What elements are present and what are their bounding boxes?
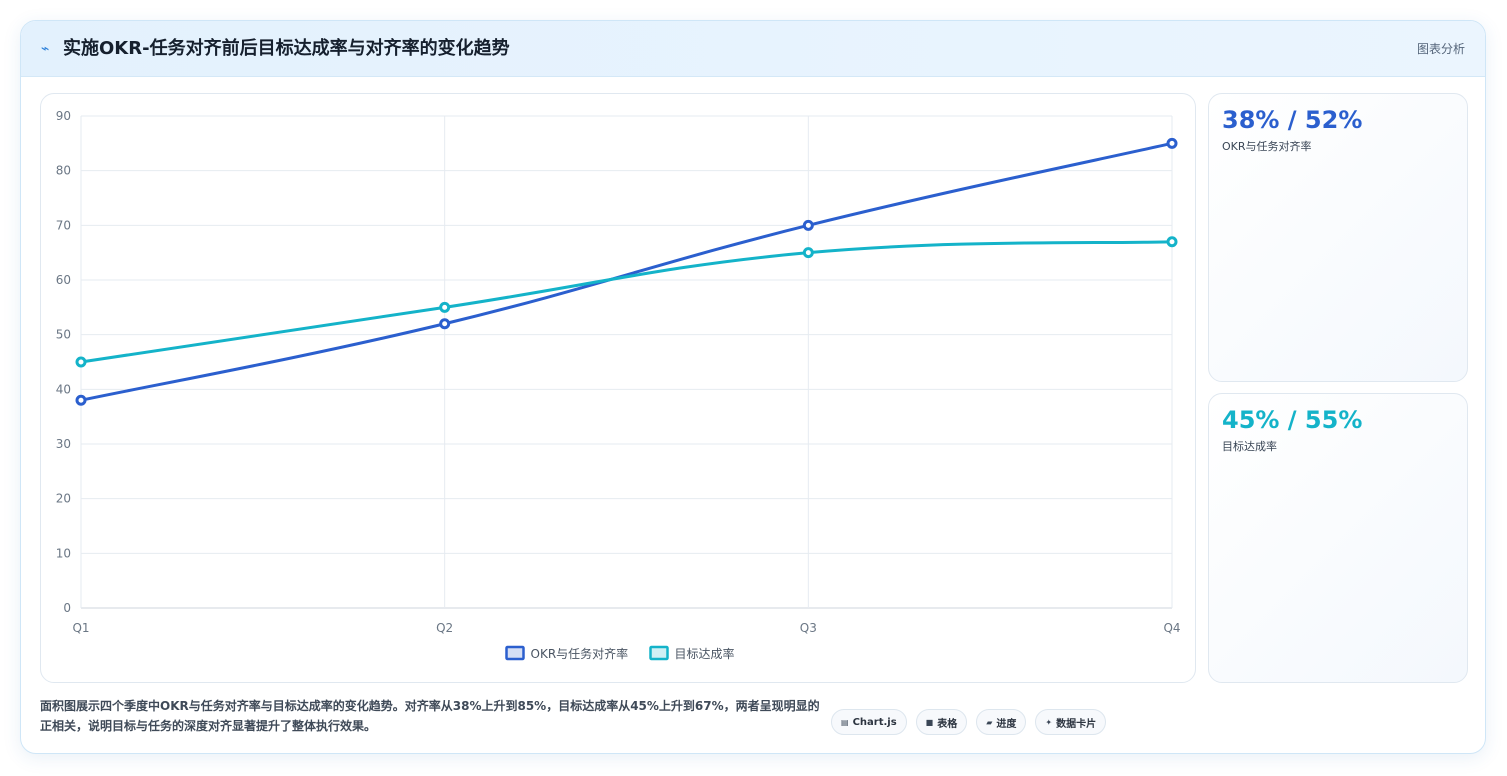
- chart-analysis-label[interactable]: 图表分析: [1417, 39, 1465, 59]
- y-tick-label: 80: [56, 164, 71, 178]
- legend-swatch: [505, 645, 525, 661]
- data-point: [439, 301, 451, 313]
- table-icon: ■: [925, 717, 934, 727]
- data-point: [1166, 236, 1178, 248]
- x-tick-label: Q1: [72, 621, 89, 635]
- data-point: [802, 219, 814, 231]
- card-header: ⌁ 实施OKR-任务对齐前后目标达成率与对齐率的变化趋势 图表分析: [21, 21, 1485, 77]
- data-point: [802, 247, 814, 259]
- stat-card-alignment: 38% / 52% OKR与任务对齐率: [1208, 93, 1468, 382]
- stat-value: 45% / 55%: [1222, 406, 1363, 434]
- sparkle-icon: ✦: [1045, 717, 1053, 727]
- y-tick-label: 20: [56, 492, 71, 506]
- chip-table[interactable]: ■ 表格: [915, 709, 968, 735]
- legend-label: OKR与任务对齐率: [531, 646, 629, 661]
- chip-label: Chart.js: [852, 716, 897, 728]
- stat-card-achievement: 45% / 55% 目标达成率: [1208, 393, 1468, 683]
- legend-swatch: [649, 645, 669, 661]
- series-line: [80, 240, 1173, 364]
- chip-data-card[interactable]: ✦ 数据卡片: [1035, 709, 1107, 735]
- data-point: [75, 394, 87, 406]
- chart-icon: ▤: [841, 717, 849, 727]
- chip-progress[interactable]: ▰ 进度: [976, 709, 1027, 735]
- y-tick-label: 50: [56, 328, 71, 342]
- tech-chips: ▤ Chart.js ■ 表格 ▰ 进度 ✦ 数据卡片: [831, 709, 1107, 735]
- chip-label: 数据卡片: [1056, 718, 1097, 730]
- y-tick-label: 10: [56, 546, 71, 560]
- page-title: 实施OKR-任务对齐前后目标达成率与对齐率的变化趋势: [63, 38, 510, 59]
- series-line: [80, 141, 1173, 402]
- x-tick-label: Q3: [800, 621, 817, 635]
- stat-label: 目标达成率: [1222, 440, 1277, 453]
- data-point: [75, 356, 87, 368]
- y-tick-label: 0: [63, 601, 71, 615]
- trend-icon: ⌁: [41, 41, 50, 57]
- y-tick-label: 90: [56, 109, 71, 123]
- y-tick-label: 40: [56, 382, 71, 396]
- x-tick-label: Q4: [1163, 621, 1180, 635]
- stat-label: OKR与任务对齐率: [1222, 140, 1312, 153]
- line-chart: 0 10 20 30 40 50 60 70 80 90 Q1 Q2 Q3 Q4 OKR与任务对齐率 目标达成…: [56, 109, 1181, 661]
- chip-label: 进度: [996, 718, 1017, 730]
- data-point: [1166, 137, 1178, 149]
- chart-description: 面积图展示四个季度中OKR与任务对齐率与目标达成率的变化趋势。对齐率从38%上升…: [40, 699, 820, 733]
- stat-value: 38% / 52%: [1222, 106, 1363, 134]
- chart-panel: 0 10 20 30 40 50 60 70 80 90 Q1 Q2 Q3 Q4 OKR与任务对齐率 目标达成…: [40, 93, 1196, 683]
- progress-icon: ▰: [986, 717, 993, 727]
- y-tick-label: 70: [56, 218, 71, 232]
- chip-chartjs[interactable]: ▤ Chart.js: [831, 709, 907, 735]
- x-tick-label: Q2: [436, 621, 453, 635]
- y-tick-label: 60: [56, 273, 71, 287]
- chart-card: ⌁ 实施OKR-任务对齐前后目标达成率与对齐率的变化趋势 图表分析 0 10 20 3…: [20, 20, 1486, 754]
- y-tick-label: 30: [56, 437, 71, 451]
- data-point: [439, 318, 451, 330]
- chip-label: 表格: [937, 718, 958, 730]
- legend-label: 目标达成率: [675, 646, 735, 661]
